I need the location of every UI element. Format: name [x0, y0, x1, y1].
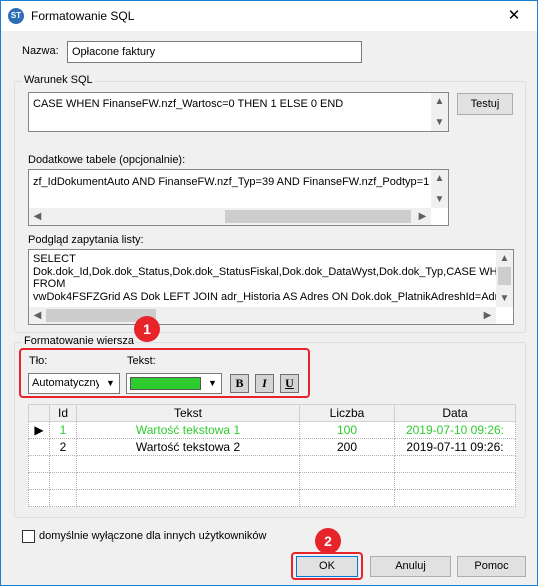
scroll-up-icon[interactable]: ▲ — [431, 93, 448, 110]
italic-button[interactable]: I — [255, 374, 274, 393]
preview-line: Dok.dok_Id,Dok.dok_Status,Dok.dok_Status… — [33, 265, 501, 278]
preview-hscroll[interactable]: ◀ ▶ — [29, 307, 496, 324]
step-badge-2: 2 — [315, 528, 341, 554]
preview-input[interactable]: SELECT Dok.dok_Id,Dok.dok_Status,Dok.dok_… — [28, 249, 514, 325]
cell-id[interactable]: 2 — [49, 438, 77, 456]
default-disabled-checkbox[interactable] — [22, 530, 35, 543]
empty-row — [28, 455, 516, 473]
empty-row — [28, 472, 516, 490]
window-title: Formatowanie SQL — [31, 9, 135, 23]
extra-tables-vscroll[interactable]: ▲ ▼ — [431, 170, 448, 208]
cell-text[interactable]: Wartość tekstowa 1 — [76, 421, 300, 439]
preview-line: SELECT — [33, 253, 76, 265]
app-icon: ST — [8, 8, 24, 24]
scroll-right-icon[interactable]: ▶ — [414, 208, 431, 225]
scroll-thumb[interactable] — [498, 267, 511, 285]
bold-button[interactable]: B — [230, 374, 249, 393]
preview-line: FROM — [33, 278, 66, 290]
cell-id[interactable]: 1 — [49, 421, 77, 439]
scroll-down-icon[interactable]: ▼ — [431, 114, 448, 131]
preview-vscroll[interactable]: ▲ ▼ — [496, 250, 513, 307]
test-button[interactable]: Testuj — [457, 93, 513, 115]
formatting-dialog: ST Formatowanie SQL ✕ Nazwa: Opłacone fa… — [0, 0, 538, 586]
row-indicator — [28, 438, 50, 456]
sql-condition-title: Warunek SQL — [22, 74, 95, 86]
help-button[interactable]: Pomoc — [457, 556, 526, 577]
row-format-title: Formatowanie wiersza — [22, 335, 137, 347]
preview-grid: Id Tekst Liczba Data ▶ 1 Wartość tekstow… — [28, 404, 516, 507]
sql-condition-input[interactable]: CASE WHEN FinanseFW.nzf_Wartosc=0 THEN 1… — [28, 92, 449, 132]
name-label: Nazwa: — [22, 45, 59, 57]
cell-number[interactable]: 100 — [299, 421, 395, 439]
text-color-label: Tekst: — [127, 355, 156, 367]
scroll-up-icon[interactable]: ▲ — [496, 250, 513, 267]
empty-row — [28, 489, 516, 507]
scroll-up-icon[interactable]: ▲ — [431, 170, 448, 187]
scroll-left-icon[interactable]: ◀ — [29, 208, 46, 225]
cell-number[interactable]: 200 — [299, 438, 395, 456]
scroll-down-icon[interactable]: ▼ — [496, 290, 513, 307]
table-row[interactable]: 2 Wartość tekstowa 2 200 2019-07-11 09:2… — [28, 438, 516, 456]
default-disabled-label: domyślnie wyłączone dla innych użytkowni… — [39, 530, 267, 542]
bg-color-value: Automatyczny — [32, 377, 99, 389]
extra-tables-input[interactable]: zf_IdDokumentAuto AND FinanseFW.nzf_Typ=… — [28, 169, 449, 226]
scroll-right-icon[interactable]: ▶ — [479, 307, 496, 324]
column-header-date[interactable]: Data — [394, 404, 516, 422]
current-row-icon: ▶ — [28, 421, 50, 439]
sql-condition-vscroll[interactable]: ▲ ▼ — [431, 93, 448, 131]
grid-header-row: Id Tekst Liczba Data — [28, 404, 516, 422]
ok-button[interactable]: OK — [296, 556, 358, 577]
extra-tables-label: Dodatkowe tabele (opcjonalnie): — [28, 154, 186, 166]
cell-date[interactable]: 2019-07-10 09:26: — [394, 421, 516, 439]
extra-tables-hscroll[interactable]: ◀ ▶ — [29, 208, 431, 225]
step-badge-1: 1 — [134, 316, 160, 342]
bg-color-select[interactable]: Automatyczny ▼ — [28, 373, 120, 394]
title-bar: ST Formatowanie SQL ✕ — [1, 1, 537, 31]
preview-line: vwDok4FSFZGrid AS Dok LEFT JOIN adr_Hist… — [33, 290, 510, 303]
cell-text[interactable]: Wartość tekstowa 2 — [76, 438, 300, 456]
scroll-down-icon[interactable]: ▼ — [431, 191, 448, 208]
name-input[interactable]: Opłacone faktury — [67, 41, 362, 63]
scroll-left-icon[interactable]: ◀ — [29, 307, 46, 324]
column-header-text[interactable]: Tekst — [76, 404, 300, 422]
bg-label: Tło: — [29, 355, 48, 367]
chevron-down-icon: ▼ — [208, 378, 217, 388]
sql-condition-text: CASE WHEN FinanseFW.nzf_Wartosc=0 THEN 1… — [33, 98, 344, 110]
close-icon[interactable]: ✕ — [491, 1, 537, 31]
preview-text: SELECT Dok.dok_Id,Dok.dok_Status,Dok.dok_… — [33, 253, 510, 303]
column-header-id[interactable]: Id — [49, 404, 77, 422]
text-color-swatch — [130, 377, 201, 390]
underline-button[interactable]: U — [280, 374, 299, 393]
chevron-down-icon: ▼ — [106, 378, 115, 388]
cell-date[interactable]: 2019-07-11 09:26: — [394, 438, 516, 456]
text-color-select[interactable]: ▼ — [126, 373, 222, 394]
scroll-thumb[interactable] — [225, 210, 411, 223]
cancel-button[interactable]: Anuluj — [370, 556, 451, 577]
column-header-number[interactable]: Liczba — [299, 404, 395, 422]
extra-tables-text: zf_IdDokumentAuto AND FinanseFW.nzf_Typ=… — [33, 176, 430, 188]
table-row[interactable]: ▶ 1 Wartość tekstowa 1 100 2019-07-10 09… — [28, 421, 516, 439]
preview-label: Podgląd zapytania listy: — [28, 234, 144, 246]
grid-corner — [28, 404, 50, 422]
